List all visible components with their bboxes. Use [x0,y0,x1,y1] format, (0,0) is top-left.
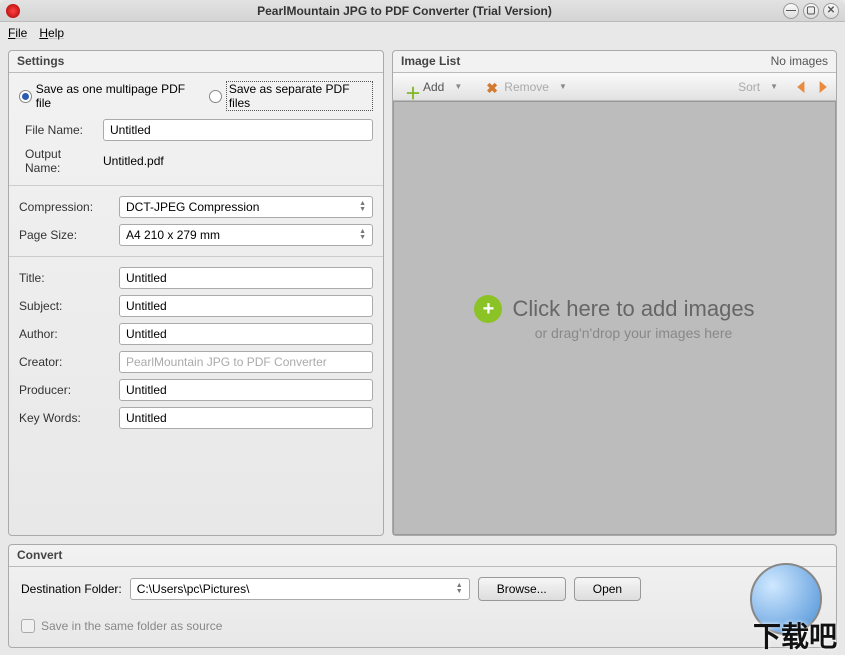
next-arrow-icon[interactable] [814,79,830,95]
radio-icon [209,90,222,103]
remove-dropdown-icon[interactable]: ▼ [559,82,567,91]
same-folder-label: Save in the same folder as source [41,619,222,633]
destination-value: C:\Users\pc\Pictures\ [137,582,250,596]
image-toolbar: ＋ Add ▼ ✖ Remove ▼ Sort ▼ [393,73,836,101]
image-list-header: Image List No images [393,51,836,73]
maximize-button[interactable]: ▢ [803,3,819,19]
image-list-title: Image List [401,54,460,69]
creator-label: Creator: [19,355,113,369]
save-separate-label: Save as separate PDF files [226,81,373,111]
subject-input[interactable] [119,295,373,317]
remove-icon: ✖ [486,80,500,94]
image-list-panel: Image List No images ＋ Add ▼ ✖ Remove ▼ … [392,50,837,536]
add-button[interactable]: ＋ Add [399,78,450,96]
file-name-input[interactable] [103,119,373,141]
save-separate-radio[interactable]: Save as separate PDF files [209,81,373,111]
keywords-label: Key Words: [19,411,113,425]
producer-label: Producer: [19,383,113,397]
remove-button[interactable]: ✖ Remove [480,78,555,96]
prev-arrow-icon[interactable] [794,79,810,95]
title-label: Title: [19,271,113,285]
page-size-label: Page Size: [19,228,113,242]
drop-subtitle: or drag'n'drop your images here [535,325,733,341]
output-name-value: Untitled.pdf [103,154,164,168]
destination-label: Destination Folder: [21,582,122,596]
menu-file[interactable]: File [8,26,27,40]
app-icon [6,4,20,18]
page-size-value: A4 210 x 279 mm [126,228,220,242]
author-input[interactable] [119,323,373,345]
file-name-label: File Name: [19,123,97,137]
compression-label: Compression: [19,200,113,214]
window-title: PearlMountain JPG to PDF Converter (Tria… [26,4,783,18]
producer-input[interactable] [119,379,373,401]
output-name-label: Output Name: [19,147,97,175]
select-arrow-icon: ▲▼ [456,583,463,595]
compression-select[interactable]: DCT-JPEG Compression ▲▼ [119,196,373,218]
menubar: File Help [0,22,845,44]
title-input[interactable] [119,267,373,289]
menu-help[interactable]: Help [39,26,64,40]
image-list-status: No images [771,54,828,69]
sort-dropdown-icon[interactable]: ▼ [770,82,778,91]
author-label: Author: [19,327,113,341]
save-one-label: Save as one multipage PDF file [36,82,199,110]
plus-icon: ＋ [405,80,419,94]
open-button[interactable]: Open [574,577,641,601]
subject-label: Subject: [19,299,113,313]
add-dropdown-icon[interactable]: ▼ [454,82,462,91]
page-size-select[interactable]: A4 210 x 279 mm ▲▼ [119,224,373,246]
select-arrow-icon: ▲▼ [359,229,366,241]
sort-button[interactable]: Sort [732,78,766,96]
settings-panel: Settings Save as one multipage PDF file … [8,50,384,536]
window-buttons: — ▢ ✕ [783,3,839,19]
convert-panel: Convert Destination Folder: C:\Users\pc\… [8,544,837,648]
remove-label: Remove [504,80,549,94]
same-folder-checkbox[interactable] [21,619,35,633]
creator-input [119,351,373,373]
browse-button[interactable]: Browse... [478,577,566,601]
drop-title: Click here to add images [512,296,754,322]
convert-start-button[interactable] [750,563,822,635]
compression-value: DCT-JPEG Compression [126,200,259,214]
close-button[interactable]: ✕ [823,3,839,19]
add-label: Add [423,80,444,94]
drop-area[interactable]: + Click here to add images or drag'n'dro… [393,101,836,535]
save-one-radio[interactable]: Save as one multipage PDF file [19,82,199,110]
radio-icon [19,90,32,103]
convert-header: Convert [9,545,836,567]
select-arrow-icon: ▲▼ [359,201,366,213]
titlebar: PearlMountain JPG to PDF Converter (Tria… [0,0,845,22]
destination-select[interactable]: C:\Users\pc\Pictures\ ▲▼ [130,578,470,600]
sort-label: Sort [738,80,760,94]
settings-header: Settings [9,51,383,73]
minimize-button[interactable]: — [783,3,799,19]
keywords-input[interactable] [119,407,373,429]
plus-circle-icon: + [474,295,502,323]
